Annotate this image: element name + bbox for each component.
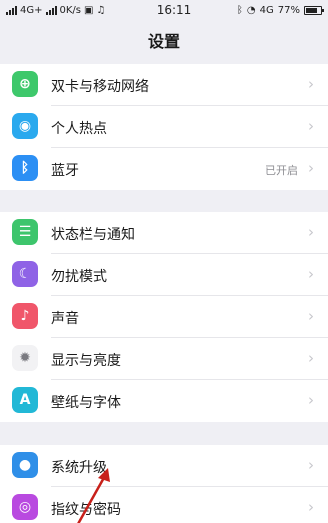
settings-row-label: 壁纸与字体 bbox=[51, 395, 121, 411]
chevron-right-icon: › bbox=[308, 265, 314, 283]
network-type: 4G+ bbox=[20, 4, 43, 16]
chevron-right-icon: › bbox=[308, 498, 314, 516]
settings-row[interactable]: ♪ 声音 › bbox=[0, 296, 328, 338]
wallpaper-icon: A bbox=[12, 387, 38, 413]
chevron-right-icon: › bbox=[308, 456, 314, 474]
settings-row-label: 勿扰模式 bbox=[51, 269, 107, 285]
chevron-right-icon: › bbox=[308, 117, 314, 135]
clock: 16:11 bbox=[156, 3, 192, 17]
chevron-right-icon: › bbox=[308, 307, 314, 325]
battery-percent: 77% bbox=[277, 4, 300, 16]
status-left: 4G+ 0K/s ▣ ♫ bbox=[6, 5, 136, 16]
settings-group-system: ●系统升级›◎指纹与密码› bbox=[0, 445, 328, 523]
settings-row-label: 个人热点 bbox=[51, 121, 107, 137]
chevron-right-icon: › bbox=[308, 349, 314, 367]
net-speed: 0K/s bbox=[59, 4, 82, 16]
bluetooth-icon: ᛒ bbox=[12, 155, 38, 181]
settings-row[interactable]: ✹ 显示与亮度 › bbox=[0, 338, 328, 380]
chevron-right-icon: › bbox=[308, 159, 314, 177]
annotation-arrow bbox=[77, 468, 110, 523]
page-title: 设置 bbox=[147, 32, 180, 51]
signal-icon bbox=[6, 5, 17, 15]
settings-group-display: ☰ 状态栏与通知 › ☾ 勿扰模式 › ♪ 声音 › ✹ 显示与亮度 › A 壁纸与字体 › bbox=[0, 212, 328, 422]
settings-row[interactable]: ◎指纹与密码› bbox=[0, 487, 328, 523]
settings-row[interactable]: A 壁纸与字体 › bbox=[0, 380, 328, 422]
settings-row-label: 蓝牙 bbox=[51, 163, 79, 179]
bluetooth-status-icon: ᛒ bbox=[236, 4, 243, 16]
settings-row[interactable]: ᛒ 蓝牙 已开启 › bbox=[0, 148, 328, 190]
system-update-icon: ● bbox=[12, 452, 38, 478]
network-right: 4G bbox=[259, 4, 274, 16]
speaker-icon: ♪ bbox=[12, 303, 38, 329]
hotspot-icon: ◉ bbox=[12, 113, 38, 139]
notification-icon: ☰ bbox=[12, 219, 38, 245]
settings-row[interactable]: ☰ 状态栏与通知 › bbox=[0, 212, 328, 254]
settings-row-label: 声音 bbox=[51, 311, 79, 327]
battery-icon bbox=[304, 5, 324, 15]
sim-icon: ▣ bbox=[84, 4, 94, 16]
alarm-icon: ◔ bbox=[246, 4, 256, 16]
settings-row-label: 显示与亮度 bbox=[51, 353, 121, 369]
settings-row-label: 双卡与移动网络 bbox=[51, 79, 149, 95]
settings-group-network: ⊕ 双卡与移动网络 › ◉ 个人热点 › ᛒ 蓝牙 已开启 › bbox=[0, 64, 328, 190]
settings-row-value: 已开启 bbox=[265, 164, 298, 177]
settings-row[interactable]: ◉ 个人热点 › bbox=[0, 106, 328, 148]
settings-row[interactable]: ☾ 勿扰模式 › bbox=[0, 254, 328, 296]
bell-icon: ♫ bbox=[96, 4, 106, 16]
brightness-icon: ✹ bbox=[12, 345, 38, 371]
status-bar: 4G+ 0K/s ▣ ♫ 16:11 ᛒ ◔ 4G 77% bbox=[0, 0, 328, 20]
chevron-right-icon: › bbox=[308, 391, 314, 409]
status-right: ᛒ ◔ 4G 77% bbox=[212, 4, 324, 16]
chevron-right-icon: › bbox=[308, 223, 314, 241]
settings-row[interactable]: ⊕ 双卡与移动网络 › bbox=[0, 64, 328, 106]
chevron-right-icon: › bbox=[308, 75, 314, 93]
sim-card-icon: ⊕ bbox=[12, 71, 38, 97]
settings-row[interactable]: ● 系统升级 › bbox=[0, 445, 328, 487]
signal-icon-2 bbox=[45, 5, 57, 15]
settings-row-label: 状态栏与通知 bbox=[51, 227, 135, 243]
moon-icon: ☾ bbox=[12, 261, 38, 287]
fingerprint-icon: ◎ bbox=[12, 494, 38, 520]
